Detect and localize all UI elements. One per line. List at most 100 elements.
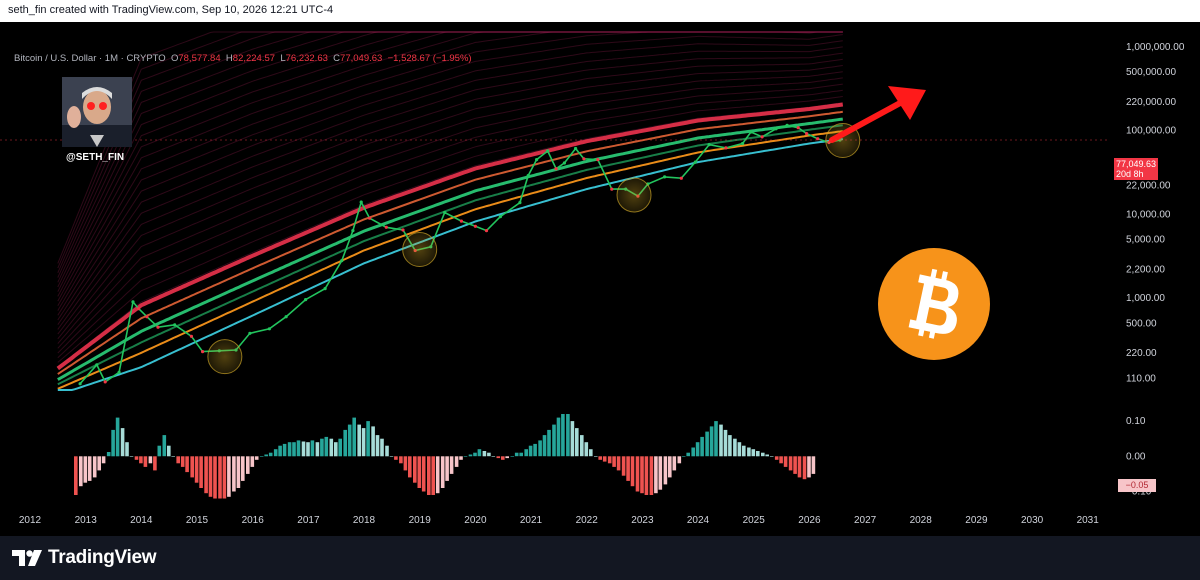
oscillator-bar bbox=[482, 451, 487, 457]
oscillator-bar bbox=[491, 456, 496, 457]
time-tick-label: 2013 bbox=[75, 515, 98, 526]
oscillator-bar bbox=[292, 442, 296, 457]
price-point bbox=[562, 161, 567, 165]
oscillator-bar bbox=[779, 456, 783, 464]
oscillator-bar bbox=[162, 435, 167, 457]
oscillator-bar bbox=[528, 445, 533, 457]
tradingview-logo[interactable]: TradingView bbox=[12, 545, 157, 571]
oscillator-bar bbox=[566, 414, 570, 457]
oscillator-bar bbox=[640, 456, 644, 494]
oscillator-bar bbox=[547, 429, 551, 457]
price-tick-label: 2,200.00 bbox=[1126, 264, 1165, 275]
oscillator-bar bbox=[361, 428, 366, 457]
oscillator-bar bbox=[357, 424, 361, 457]
price-point bbox=[340, 259, 344, 263]
price-point bbox=[546, 149, 550, 153]
oscillator-bar bbox=[329, 438, 334, 457]
red-arrow-icon bbox=[829, 86, 926, 143]
cycle-low-circle bbox=[402, 232, 438, 268]
price-point bbox=[284, 315, 288, 319]
oscillator-bar bbox=[598, 456, 602, 460]
oscillator-bar bbox=[751, 449, 756, 457]
oscillator-bar bbox=[143, 456, 148, 467]
cycle-low-circle bbox=[207, 339, 243, 375]
band-curve-2 bbox=[57, 89, 843, 359]
oscillator-bar bbox=[236, 456, 241, 488]
oscillator-bar bbox=[542, 435, 547, 457]
oscillator-bar bbox=[691, 447, 695, 457]
price-point bbox=[707, 143, 711, 147]
oscillator-bar bbox=[761, 452, 765, 457]
oscillator-bar bbox=[454, 456, 459, 467]
oscillator-bar bbox=[148, 456, 153, 464]
oscillator-bar bbox=[440, 456, 445, 488]
oscillator-bar bbox=[783, 456, 788, 467]
oscillator-bar bbox=[723, 429, 728, 457]
price-point bbox=[443, 210, 447, 215]
oscillator-bar bbox=[171, 456, 175, 457]
price-tick-label: 100,000.00 bbox=[1126, 126, 1176, 137]
price-point bbox=[498, 215, 502, 219]
oscillator-bar bbox=[427, 456, 431, 495]
oscillator-bar bbox=[524, 449, 528, 457]
oscillator-bar bbox=[92, 456, 97, 478]
band-curve-9 bbox=[57, 46, 843, 325]
oscillator-bar bbox=[268, 452, 273, 457]
oscillator-bar bbox=[635, 456, 640, 492]
price-point bbox=[785, 123, 789, 127]
oscillator-bar bbox=[282, 443, 287, 457]
price-tick-label: 220.00 bbox=[1126, 348, 1157, 359]
price-point bbox=[805, 132, 809, 136]
oscillator-bar bbox=[445, 456, 449, 481]
oscillator-bar bbox=[222, 456, 227, 499]
oscillator-bar bbox=[505, 456, 509, 459]
band-curve-26 bbox=[57, 124, 843, 386]
price-point bbox=[78, 382, 82, 386]
price-point bbox=[95, 363, 99, 367]
oscillator-bar bbox=[125, 442, 129, 457]
price-tick-label: 5,000.00 bbox=[1126, 235, 1165, 246]
oscillator-bar bbox=[594, 456, 598, 457]
oscillator-bar bbox=[742, 445, 746, 457]
oscillator-bar bbox=[561, 414, 565, 457]
oscillator-bar bbox=[287, 442, 292, 457]
oscillator-bar bbox=[139, 456, 143, 464]
price-point bbox=[574, 146, 578, 151]
price-point bbox=[189, 334, 193, 338]
oscillator-bar bbox=[380, 438, 384, 457]
time-tick-label: 2030 bbox=[1021, 515, 1044, 526]
price-point bbox=[103, 380, 107, 384]
oscillator-bar bbox=[802, 456, 807, 480]
oscillator-bar bbox=[264, 454, 268, 457]
chart-svg[interactable]: 110.00 220.00 500.00 1,000.00 2,200.00 5,000.… bbox=[0, 22, 1200, 536]
oscillator-bar bbox=[194, 456, 199, 483]
price-point bbox=[267, 327, 271, 331]
high-value: 82,224.57 bbox=[232, 53, 276, 64]
oscillator-bar bbox=[218, 456, 222, 499]
oscillator-bar bbox=[250, 456, 255, 467]
time-tick-label: 2015 bbox=[186, 515, 209, 526]
oscillator-bar bbox=[510, 456, 515, 457]
oscillator-bar bbox=[788, 456, 793, 471]
oscillator-bar bbox=[663, 456, 668, 485]
price-tick-label: 10,000.00 bbox=[1126, 209, 1171, 220]
oscillator-bar bbox=[101, 456, 106, 464]
price-point bbox=[535, 158, 539, 162]
oscillator-bar bbox=[473, 452, 477, 457]
oscillator-bar bbox=[686, 452, 690, 457]
price-point bbox=[323, 287, 327, 291]
avatar bbox=[62, 77, 132, 147]
band-curve-17 bbox=[57, 31, 843, 288]
band-curve-15 bbox=[57, 31, 843, 297]
chart-area[interactable]: 110.00 220.00 500.00 1,000.00 2,200.00 5,000.… bbox=[0, 22, 1200, 536]
oscillator-bar bbox=[668, 456, 672, 478]
symbol-legend: Bitcoin / U.S. Dollar · 1M · CRYPTO O78,… bbox=[14, 53, 472, 64]
oscillator-bar bbox=[695, 442, 700, 457]
credit-line: seth_fin created with TradingView.com, S… bbox=[8, 4, 334, 16]
oscillator-bar bbox=[747, 447, 751, 457]
oscillator-bar bbox=[153, 456, 157, 471]
price-point bbox=[368, 216, 372, 220]
price-point bbox=[131, 300, 135, 304]
price-tick-label: 110.00 bbox=[1126, 373, 1156, 384]
oscillator-bar bbox=[115, 417, 120, 457]
